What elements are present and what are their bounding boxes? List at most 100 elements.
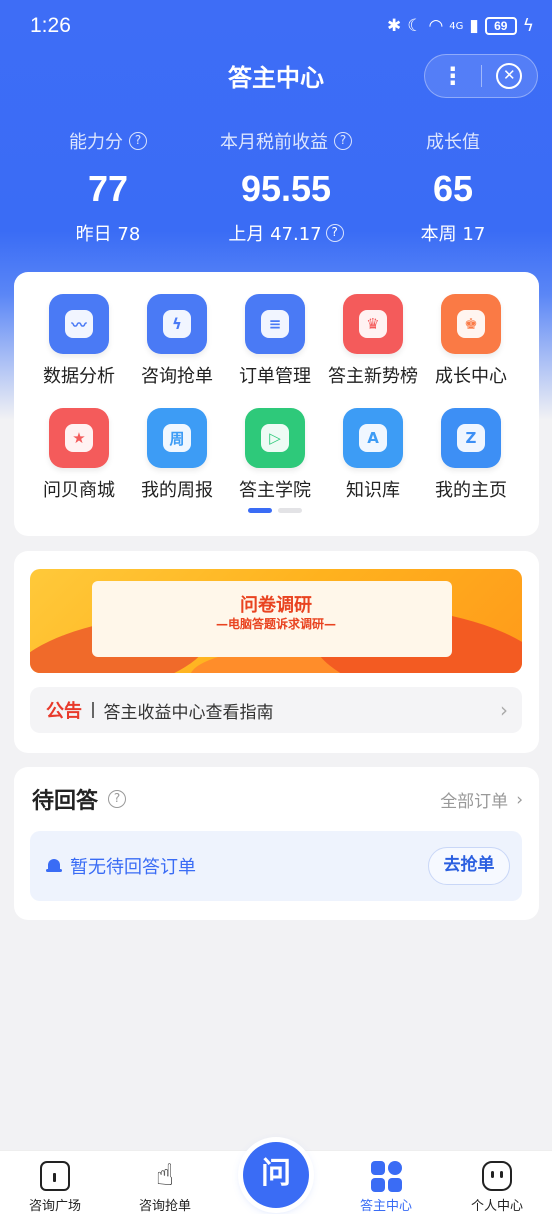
book-icon: A [343,408,403,468]
icon-glyph: A [359,424,387,452]
stat-monthly-income[interactable]: 本月税前收益 ? 95.55 上月 47.17 ? [196,128,376,246]
signal-icon: ▮ [469,16,479,36]
grid-item-label: 答主学院 [239,480,311,501]
grid-item-label: 我的主页 [435,480,507,501]
battery-icon: 69 [484,17,517,35]
grid-item-label: 订单管理 [239,366,311,387]
status-icons: ✱ ☾ ◠ 4G ▮ 69 ϟ [387,16,534,36]
crown-icon: ♚ [441,294,501,354]
all-orders-link[interactable]: 全部订单 › [440,787,523,813]
grid-item[interactable]: ϟ 咨询抢单 [128,294,226,388]
banner-subtitle: —电脑答题诉求调研— [215,617,336,631]
grab-order-button[interactable]: 去抢单 [428,847,510,885]
tab-label: 答主中心 [359,1199,412,1214]
stat-ability-score[interactable]: 能力分 ? 77 昨日 78 [48,128,168,246]
stat-growth-value[interactable]: 成长值 65 本周 17 [398,128,508,246]
icon-glyph: ♚ [457,310,485,338]
grid-item[interactable]: ≡ 订单管理 [226,294,324,388]
document-icon: ≡ [245,294,305,354]
tab-consult-square[interactable]: 咨询广场 [0,1159,110,1214]
tab-label: 咨询广场 [28,1199,81,1214]
help-icon[interactable]: ? [334,132,352,150]
banner-card: 问卷调研 —电脑答题诉求调研— 公告 答主收益中心查看指南 › [14,551,539,753]
close-button[interactable]: ✕ [481,63,537,89]
grid-item-label: 知识库 [346,480,400,501]
notice-bar[interactable]: 公告 答主收益中心查看指南 › [30,687,522,733]
grid-item[interactable]: 〰数据分析 [30,294,128,388]
network-label: 4G [449,20,464,32]
stat-label: 本月税前收益 [220,132,328,153]
pending-header: 待回答 ? [32,783,127,815]
grid-item-label: 成长中心 [435,366,507,387]
help-icon[interactable]: ? [325,224,344,242]
page-indicator [248,508,302,513]
page-dot[interactable] [278,508,302,513]
moon-icon: ☾ [407,16,423,36]
icon-glyph: ★ [65,424,93,452]
icon-glyph: ♛ [359,310,387,338]
icon-glyph: ϟ [163,310,191,338]
empty-text: 暂无待回答订单 [70,857,196,878]
grid-item[interactable]: A 知识库 [324,408,422,502]
stat-label: 成长值 [426,132,480,153]
survey-banner[interactable]: 问卷调研 —电脑答题诉求调研— [30,569,522,673]
stat-sub-text: 昨日 78 [75,224,141,245]
tab-answerer-center[interactable]: 答主中心 [331,1159,441,1214]
icon-glyph: ≡ [261,310,289,338]
help-icon[interactable]: ? [129,132,147,150]
star-z-icon: Z [441,408,501,468]
pending-title: 待回答 [32,789,99,814]
notice-text: 答主收益中心查看指南 [103,702,274,723]
notice-divider [92,702,94,718]
shell-icon: ★ [49,408,109,468]
wifi-icon: ◠ [428,16,444,36]
grid-item-label: 咨询抢单 [141,366,213,387]
stat-value: 65 [432,168,474,209]
tab-personal-center[interactable]: 个人中心 [442,1159,552,1214]
icon-glyph: Z [457,424,485,452]
page-dot-active[interactable] [248,508,272,513]
stat-sub-text: 上月 47.17 [228,224,322,245]
bluetooth-icon: ✱ [386,16,402,36]
lightning-icon: ϟ [147,294,207,354]
grid-item[interactable]: ♛ 答主新势榜 [324,294,422,388]
mini-program-capsule: ⋮ ✕ [424,54,538,98]
notice-tag: 公告 [46,701,82,722]
grid-item[interactable]: Z 我的主页 [422,408,520,502]
tab-label: 个人中心 [470,1199,523,1214]
bell-icon [46,857,62,875]
grid-item[interactable]: ★ 问贝商城 [30,408,128,502]
grid-item[interactable]: ♚ 成长中心 [422,294,520,388]
banner-title: 问卷调研 [240,595,312,616]
icon-glyph: 周 [163,424,191,452]
stat-sub: 上月 47.17 ? [196,220,376,246]
function-grid: 〰数据分析 ϟ 咨询抢单 ≡ 订单管理 ♛ 答主新势榜 ♚ 成长中心 ★ 问贝商城周我的周报 ▷ 答主学… [14,294,539,502]
stat-label-row: 本月税前收益 ? [196,128,376,154]
face-icon [482,1161,512,1191]
icon-glyph: 〰 [65,310,93,338]
pending-card: 待回答 ? 全部订单 › 暂无待回答订单 去抢单 [14,767,539,920]
stat-value: 95.55 [240,168,332,209]
close-circle-icon: ✕ [496,63,523,89]
home-icon [40,1161,70,1191]
grid-squares-icon [370,1160,402,1192]
empty-state: 暂无待回答订单 去抢单 [30,831,522,901]
status-time: 1:26 [30,14,71,37]
tab-label: 咨询抢单 [138,1199,191,1214]
chevron-right-icon: › [500,698,508,722]
grid-item-label: 数据分析 [43,366,115,387]
more-vertical-icon[interactable]: ⋮ [425,56,481,96]
video-book-icon: ▷ [245,408,305,468]
ask-center-button[interactable]: 问 [243,1142,309,1208]
tab-consult-grab[interactable]: ☝ 咨询抢单 [110,1159,220,1214]
stat-sub: 本周 17 [398,220,508,246]
grid-item[interactable]: ▷ 答主学院 [226,408,324,502]
charging-icon: ϟ [522,16,534,36]
stat-label-row: 能力分 ? [48,128,168,154]
stat-sub-text: 本周 17 [420,224,486,245]
grid-item[interactable]: 周我的周报 [128,408,226,502]
grid-item-label: 我的周报 [141,480,213,501]
help-icon[interactable]: ? [108,790,127,808]
grid-item-label: 问贝商城 [43,480,115,501]
stats-panel: 能力分 ? 77 昨日 78 本月税前收益 ? 95.55 上月 47.17 ?… [0,128,552,258]
